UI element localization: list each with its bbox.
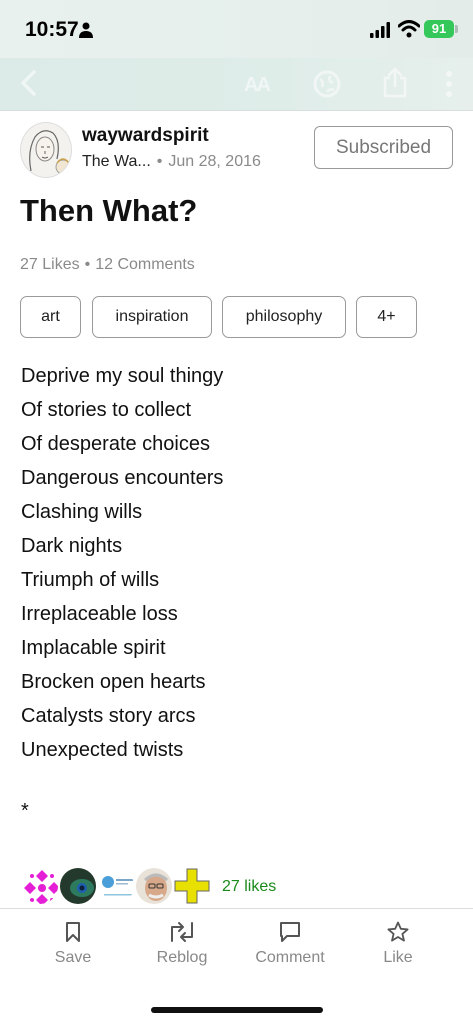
- tag-more[interactable]: 4+: [356, 296, 417, 338]
- liker-avatar[interactable]: [58, 866, 98, 906]
- author-name[interactable]: waywardspirit: [82, 125, 209, 147]
- liker-avatar[interactable]: [172, 866, 212, 906]
- body-line: Irreplaceable loss: [21, 603, 178, 625]
- body-line: Catalysts story arcs: [21, 705, 196, 727]
- likes-stat[interactable]: 27 Likes: [20, 256, 80, 273]
- save-label: Save: [54, 949, 92, 966]
- more-vertical-icon[interactable]: [444, 70, 454, 98]
- body-asterisk: *: [21, 800, 29, 822]
- body-line: Deprive my soul thingy: [21, 365, 224, 387]
- like-button[interactable]: Like: [348, 921, 448, 967]
- post-title: Then What?: [20, 193, 198, 228]
- liker-avatar[interactable]: [20, 866, 60, 906]
- home-indicator[interactable]: [151, 1007, 323, 1013]
- status-bar: 10:57 91: [0, 0, 473, 58]
- battery-tip: [455, 25, 458, 33]
- body-line: Of desperate choices: [21, 433, 210, 455]
- comment-button[interactable]: Comment: [240, 921, 340, 967]
- stats-separator: •: [84, 256, 91, 273]
- share-icon[interactable]: [381, 66, 409, 98]
- subscribed-button[interactable]: Subscribed: [314, 126, 453, 169]
- text-size-icon[interactable]: AA: [244, 74, 271, 97]
- back-arrow-icon[interactable]: [18, 70, 40, 96]
- bookmark-icon: [66, 922, 80, 942]
- meta-separator: •: [156, 153, 163, 170]
- reblog-icon: [171, 922, 193, 942]
- status-time: 10:57: [25, 18, 79, 41]
- tag-inspiration[interactable]: inspiration: [92, 296, 212, 338]
- post-body: Deprive my soul thingy Of stories to col…: [21, 362, 223, 770]
- like-label: Like: [383, 949, 413, 966]
- cellular-signal-icon: [370, 22, 390, 38]
- wifi-icon: [398, 20, 420, 38]
- bottom-toolbar: Save Reblog Comment Like: [0, 908, 473, 1023]
- save-button[interactable]: Save: [23, 921, 123, 967]
- person-icon: [79, 22, 93, 38]
- liker-avatar[interactable]: [134, 866, 174, 906]
- likes-count-label[interactable]: 27 likes: [222, 878, 276, 896]
- blog-name[interactable]: The Wa...: [82, 153, 151, 170]
- liker-avatar[interactable]: [96, 866, 136, 906]
- body-line: Triumph of wills: [21, 569, 160, 591]
- post-date: Jun 28, 2016: [168, 153, 261, 170]
- body-line: Implacable spirit: [21, 637, 166, 659]
- globe-icon[interactable]: [313, 70, 341, 98]
- tag-philosophy[interactable]: philosophy: [222, 296, 346, 338]
- battery-indicator: 91: [424, 20, 454, 38]
- body-line: Brocken open hearts: [21, 671, 206, 693]
- comment-icon: [280, 922, 300, 942]
- tag-art[interactable]: art: [20, 296, 81, 338]
- body-line: Dangerous encounters: [21, 467, 224, 489]
- comments-stat[interactable]: 12 Comments: [95, 256, 195, 273]
- star-icon: [387, 921, 409, 942]
- comment-label: Comment: [255, 949, 325, 966]
- reblog-label: Reblog: [156, 949, 208, 966]
- post-stats: 27 Likes • 12 Comments: [20, 256, 195, 274]
- author-avatar[interactable]: [20, 122, 72, 178]
- battery-level: 91: [431, 21, 447, 36]
- body-line: Of stories to collect: [21, 399, 192, 421]
- post-meta: The Wa... • Jun 28, 2016: [82, 153, 261, 171]
- body-line: Dark nights: [21, 535, 123, 557]
- body-line: Clashing wills: [21, 501, 143, 523]
- reblog-button[interactable]: Reblog: [132, 921, 232, 967]
- body-line: Unexpected twists: [21, 739, 184, 761]
